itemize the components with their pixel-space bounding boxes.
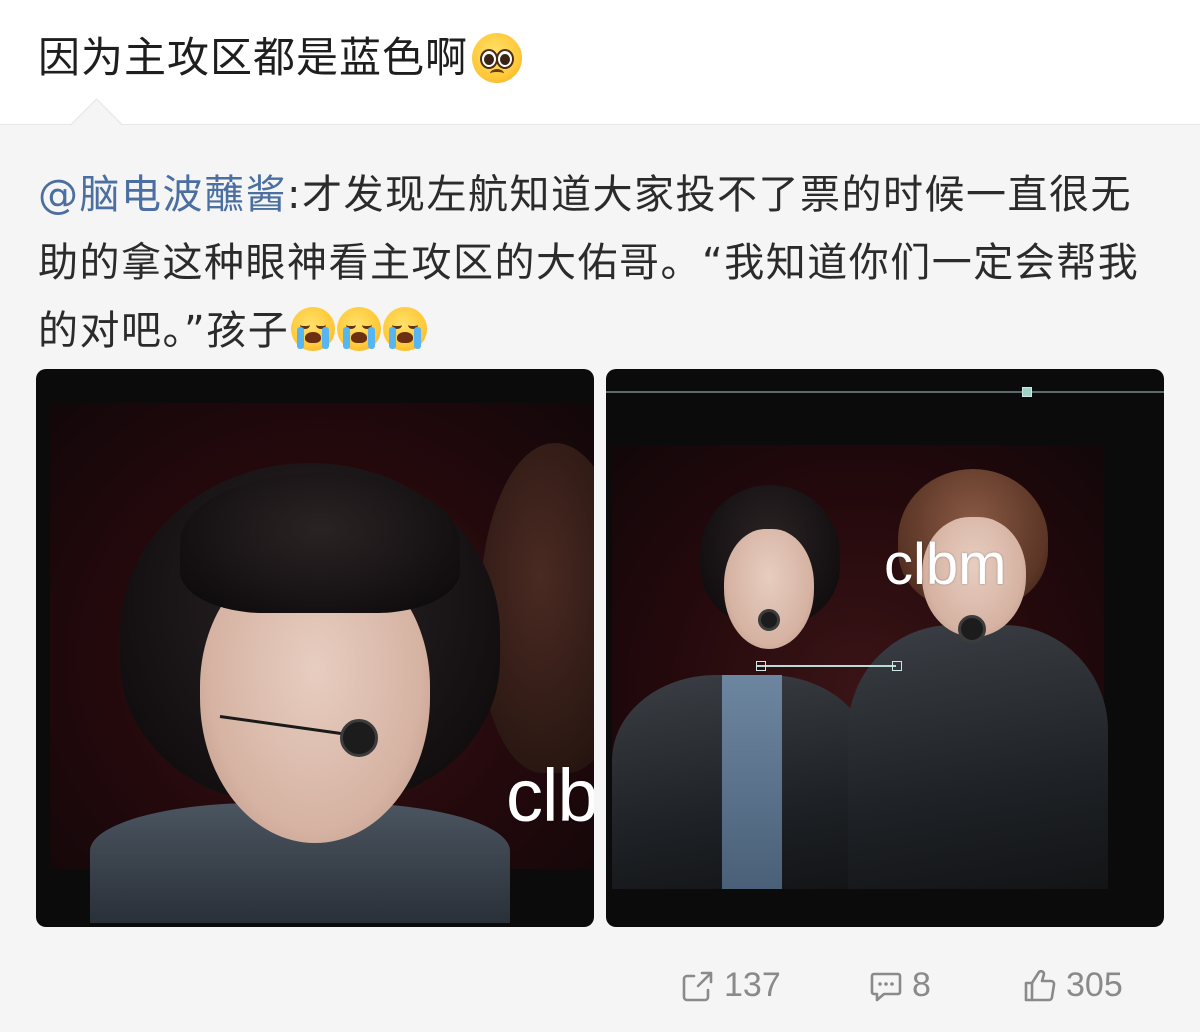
photo-scene: clbm [612,445,1108,889]
watermark-text: clbm [884,532,1007,597]
performer-left-face [724,529,814,649]
like-count: 305 [1066,966,1123,1004]
comment-button[interactable]: 8 [868,966,931,1005]
repost-image-2[interactable]: clbm [606,369,1164,927]
post-text: 因为主攻区都是蓝色啊 [38,33,469,82]
performer-fringe [180,473,460,613]
action-bar: 137 8 305 [0,966,1200,1016]
guide-handle [892,661,902,671]
handheld-mic [958,615,986,643]
comment-icon [870,972,902,1001]
share-icon [682,971,713,1001]
comment-count: 8 [912,966,931,1004]
repost-card[interactable]: @脑电波蘸酱:才发现左航知道大家投不了票的时候一直很无助的拿这种眼神看主攻区的大… [0,124,1200,1032]
post-content: 因为主攻区都是蓝色啊 [38,30,523,86]
author-mention-link[interactable]: @脑电波蘸酱 [38,172,287,218]
watermark-text: clb [506,754,594,837]
share-count: 137 [724,966,781,1004]
headset-mic [340,719,378,757]
repost-content: @脑电波蘸酱:才发现左航知道大家投不了票的时候一直很无助的拿这种眼神看主攻区的大… [38,161,1168,365]
weibo-post: 因为主攻区都是蓝色啊 @脑电波蘸酱:才发现左航知道大家投不了票的时候一直很无助的… [0,0,1200,1032]
share-button[interactable]: 137 [680,966,781,1005]
editor-timeline [606,391,1164,393]
like-button[interactable]: 305 [1022,966,1123,1005]
thumbs-up-icon [1024,969,1056,1001]
guide-handle [756,661,766,671]
denim-shirt [722,675,782,889]
repost-image-1[interactable]: clb [36,369,594,927]
headset-mic [758,609,780,631]
crying-face-icon [291,307,336,351]
photo-scene: clb [50,403,594,923]
editor-guide-line [756,665,896,667]
crying-face-icon [383,307,428,351]
pleading-face-icon [472,32,523,83]
timeline-marker [1022,387,1032,397]
crying-face-icon [337,307,382,351]
